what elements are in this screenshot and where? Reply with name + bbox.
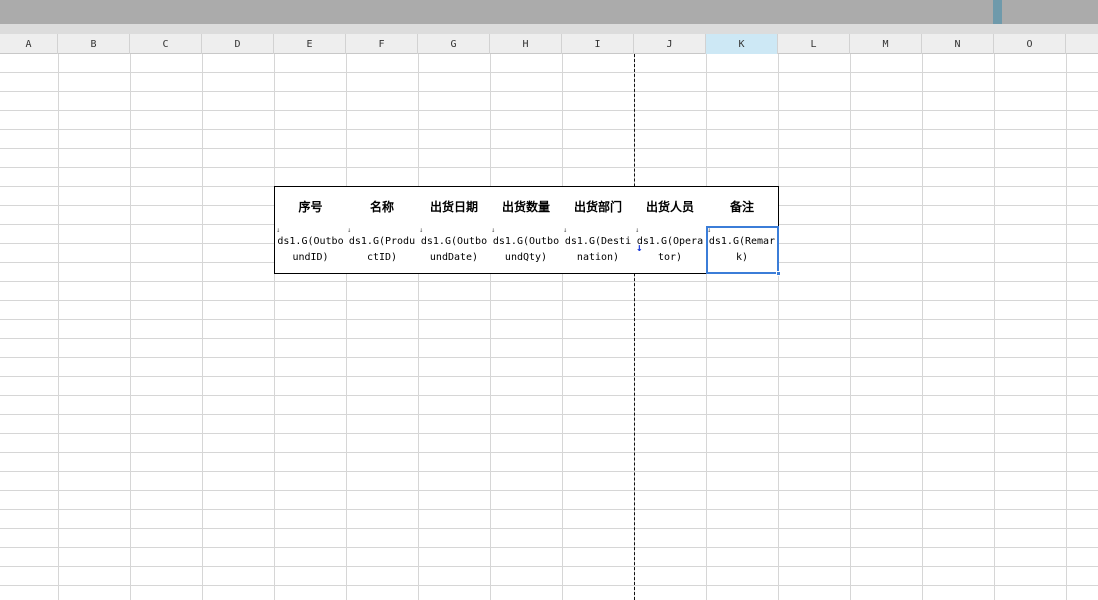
expand-down-icon: ↓	[707, 226, 712, 234]
column-header-c[interactable]: C	[130, 34, 202, 54]
cell-formula-text: ds1.G(ProductID)	[348, 235, 416, 263]
table-data-cell[interactable]: ↓ ds1.G(OutboundQty)	[490, 226, 563, 274]
column-header-n[interactable]: N	[922, 34, 994, 54]
table-data-cell[interactable]: ↓ ds1.G(Operator) ↓	[634, 226, 707, 274]
title-bar-tab[interactable]	[993, 0, 1002, 24]
table-data-cell[interactable]: ↓ ds1.G(Destination)	[562, 226, 635, 274]
column-header-b[interactable]: B	[58, 34, 130, 54]
column-header-h[interactable]: H	[490, 34, 562, 54]
expand-down-icon: ↓	[276, 226, 281, 234]
table-header-cell[interactable]: 序号	[274, 186, 347, 227]
column-header-o[interactable]: O	[994, 34, 1066, 54]
expand-down-icon: ↓	[347, 226, 352, 234]
table-header-cell[interactable]: 备注	[706, 186, 779, 227]
table-data-cell[interactable]: ↓ ds1.G(Remark)	[706, 226, 779, 274]
blue-down-arrow-icon: ↓	[636, 241, 643, 254]
page-break-line	[634, 54, 635, 600]
toolbar-separator	[0, 24, 1098, 34]
table-header-cell[interactable]: 名称	[346, 186, 419, 227]
table-header-cell[interactable]: 出货数量	[490, 186, 563, 227]
table-data-cell[interactable]: ↓ ds1.G(OutboundID)	[274, 226, 347, 274]
table-data-cell[interactable]: ↓ ds1.G(ProductID)	[346, 226, 419, 274]
expand-down-icon: ↓	[491, 226, 496, 234]
cell-formula-text: ds1.G(OutboundDate)	[420, 235, 488, 263]
table-header-cell[interactable]: 出货部门	[562, 186, 635, 227]
title-bar	[0, 0, 1098, 24]
column-header-i[interactable]: I	[562, 34, 634, 54]
cell-formula-text: ds1.G(OutboundID)	[277, 235, 344, 263]
table-header-cell[interactable]: 出货人员	[634, 186, 707, 227]
cell-formula-text: ds1.G(Destination)	[564, 235, 632, 263]
table-data-cell[interactable]: ↓ ds1.G(OutboundDate)	[418, 226, 491, 274]
column-header-m[interactable]: M	[850, 34, 922, 54]
column-header-j[interactable]: J	[634, 34, 706, 54]
column-header-g[interactable]: G	[418, 34, 490, 54]
column-header-d[interactable]: D	[202, 34, 274, 54]
column-header-l[interactable]: L	[778, 34, 850, 54]
spreadsheet-grid[interactable]	[0, 54, 1098, 600]
column-header-a[interactable]: A	[0, 34, 58, 54]
expand-down-icon: ↓	[419, 226, 424, 234]
grid-line	[58, 54, 59, 600]
column-header-row: ABCDEFGHIJKLMNO	[0, 34, 1098, 54]
table-header-cell[interactable]: 出货日期	[418, 186, 491, 227]
fill-handle[interactable]	[776, 271, 781, 276]
column-header-k[interactable]: K	[706, 34, 778, 54]
cell-formula-text: ds1.G(OutboundQty)	[492, 235, 560, 263]
column-header-f[interactable]: F	[346, 34, 418, 54]
cell-formula-text: ds1.G(Operator)	[636, 235, 704, 263]
expand-down-icon: ↓	[635, 226, 640, 234]
expand-down-icon: ↓	[563, 226, 568, 234]
column-header-e[interactable]: E	[274, 34, 346, 54]
cell-formula-text: ds1.G(Remark)	[708, 235, 776, 263]
